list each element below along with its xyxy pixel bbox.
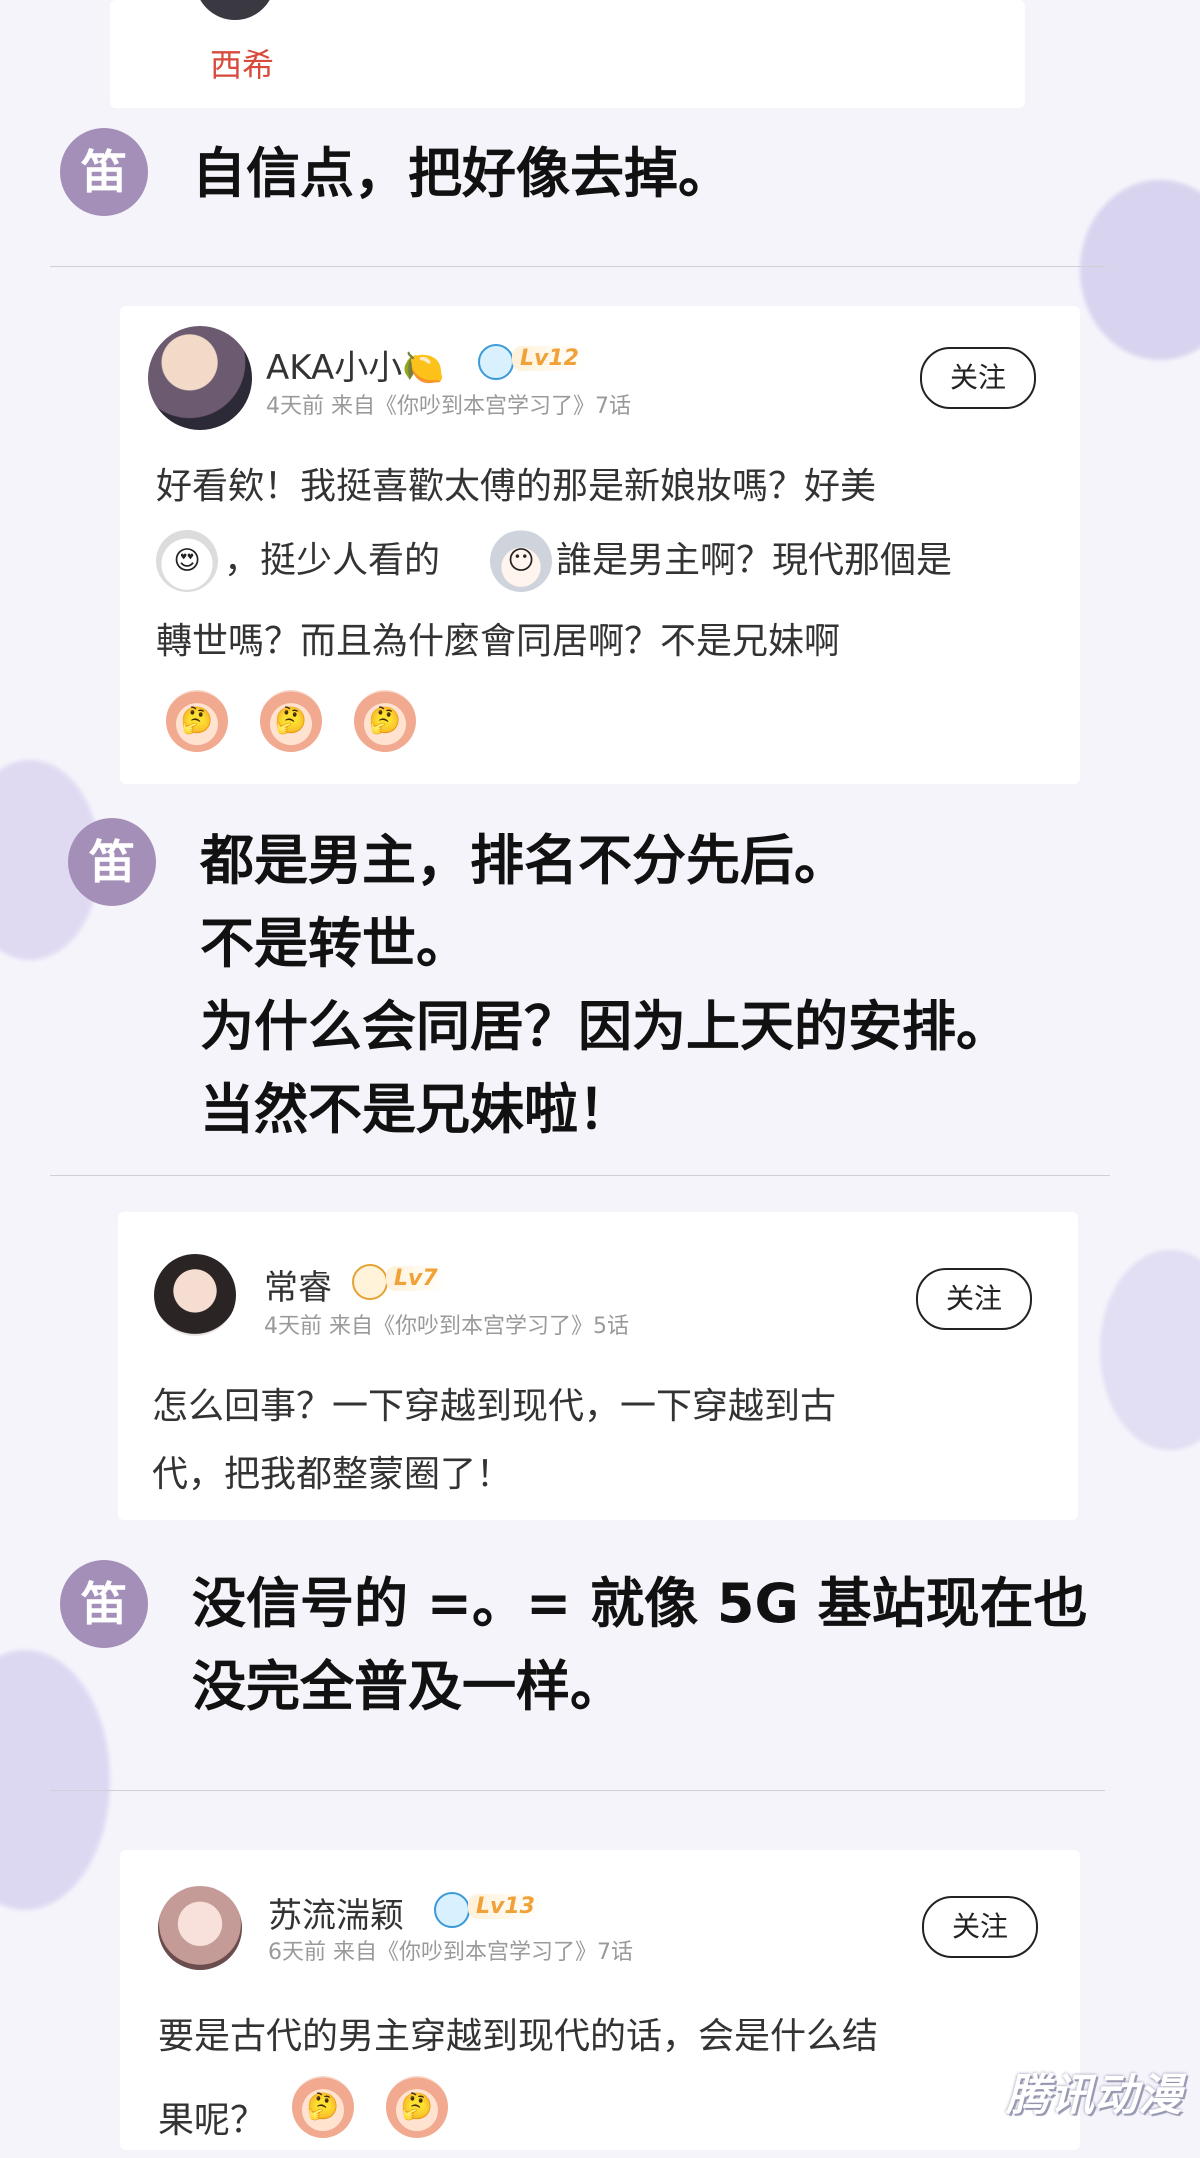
top-comment-card: 西希 <box>110 0 1025 108</box>
follow-button[interactable]: 关注 <box>920 347 1036 409</box>
divider <box>50 1790 1105 1791</box>
thinking-emoji-icon: 🤔 <box>386 2076 448 2138</box>
avatar[interactable] <box>158 1886 242 1970</box>
username[interactable]: AKA小小🍋 <box>266 340 445 389</box>
watermark-logo: 腾讯动漫 <box>1006 2070 1182 2121</box>
background-flower <box>0 1650 110 1910</box>
author-reply-text: 都是男主，排名不分先后。 不是转世。 为什么会同居？因为上天的安排。 当然不是兄… <box>200 829 1010 1141</box>
username[interactable]: 苏流湍颖 <box>268 1888 404 1937</box>
background-flower <box>1080 180 1200 360</box>
boy-emoji-icon: 😶 <box>490 530 552 592</box>
level-badge: Lv7 <box>386 1266 446 1291</box>
follow-button[interactable]: 关注 <box>916 1268 1032 1330</box>
comment-meta: 4天前 来自《你吵到本宫学习了》5话 <box>264 1314 629 1339</box>
thinking-emoji-icon: 🤔 <box>292 2076 354 2138</box>
divider <box>50 1175 1110 1176</box>
level-badge: Lv12 <box>512 346 587 371</box>
background-flower <box>1100 1250 1200 1450</box>
author-reply-text: 自信点，把好像去掉。 <box>192 142 732 205</box>
heart-eyes-emoji-icon: 😍 <box>156 530 218 592</box>
avatar[interactable] <box>148 326 252 430</box>
avatar[interactable] <box>154 1254 236 1336</box>
thinking-emoji-icon: 🤔 <box>354 690 416 752</box>
author-reply-text: 没信号的 =。= 就像 5G 基站现在也 没完全普及一样。 <box>192 1572 1088 1718</box>
comment-text: 怎么回事？一下穿越到现代，一下穿越到古 <box>152 1386 837 1427</box>
author-reply-badge: 笛 <box>60 1560 148 1648</box>
level-icon <box>352 1264 388 1300</box>
avatar[interactable] <box>195 0 275 20</box>
lemon-icon: 🍋 <box>402 348 445 388</box>
comment-text: 代，把我都整蒙圈了！ <box>152 1454 513 1495</box>
comment-text: 要是古代的男主穿越到现代的话，会是什么结 <box>158 2016 879 2057</box>
comment-text: 好看欸！我挺喜歡太傅的那是新娘妝嗎？好美 <box>156 466 877 507</box>
author-reply-badge: 笛 <box>68 818 156 906</box>
comment-meta: 6天前 来自《你吵到本宫学习了》7话 <box>268 1940 633 1965</box>
comment-text: 轉世嗎？而且為什麼會同居啊？不是兄妹啊 <box>156 621 841 662</box>
thinking-emoji-icon: 🤔 <box>166 690 228 752</box>
divider <box>50 266 1105 267</box>
comment-text: 誰是男主啊？現代那個是 <box>556 540 953 581</box>
follow-button[interactable]: 关注 <box>922 1896 1038 1958</box>
comment-text: ，挺少人看的 <box>224 540 441 581</box>
thinking-emoji-icon: 🤔 <box>260 690 322 752</box>
author-reply-badge: 笛 <box>60 128 148 216</box>
username[interactable]: 西希 <box>210 40 274 86</box>
level-badge: Lv13 <box>468 1894 543 1919</box>
comment-text: 果呢？ <box>158 2100 267 2141</box>
comment-meta: 4天前 来自《你吵到本宫学习了》7话 <box>266 394 631 419</box>
level-icon <box>434 1892 470 1928</box>
username[interactable]: 常睿 <box>264 1260 332 1309</box>
level-icon <box>478 344 514 380</box>
